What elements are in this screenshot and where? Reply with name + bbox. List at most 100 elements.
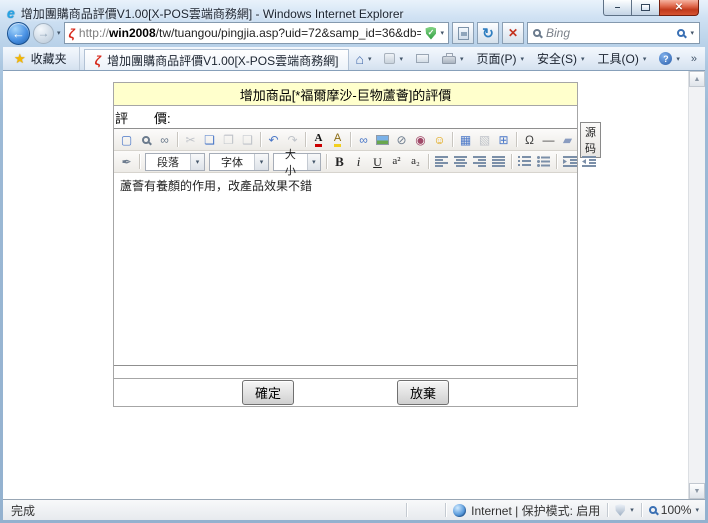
zoom-control[interactable]: 100% ▾	[649, 503, 701, 517]
print-button[interactable]: ▾	[437, 51, 469, 66]
insert-link-icon[interactable]: ∞	[354, 131, 373, 149]
editor-text-area[interactable]: 蘆薈有養顏的作用，改產品效果不錯	[114, 173, 577, 365]
ordered-list-button[interactable]	[515, 153, 534, 171]
privacy-control[interactable]: ▾	[615, 504, 634, 516]
align-justify-button[interactable]	[489, 153, 508, 171]
read-mail-button[interactable]	[411, 52, 434, 65]
outdent-button[interactable]	[579, 153, 598, 171]
split-cells-icon[interactable]: ⊞	[494, 131, 513, 149]
feeds-dropdown[interactable]: ▾	[399, 55, 403, 63]
paste-word-icon[interactable]: ❑	[238, 131, 257, 149]
page-menu-dropdown-icon: ▾	[520, 55, 524, 63]
indent-button[interactable]	[560, 153, 579, 171]
superscript-icon: a²	[392, 156, 400, 167]
feeds-button[interactable]: ▾	[379, 51, 408, 66]
search-box[interactable]: Bing ▾	[527, 22, 700, 44]
underline-button[interactable]: U	[368, 153, 387, 171]
recent-pages-dropdown[interactable]: ▾	[57, 29, 61, 37]
paste-icon[interactable]: ❐	[219, 131, 238, 149]
cut-icon[interactable]: ✂	[181, 131, 200, 149]
special-symbol-icon[interactable]: Ω	[520, 131, 539, 149]
font-color-icon[interactable]: A	[309, 131, 328, 149]
confirm-button[interactable]: 確定	[242, 380, 294, 405]
size-dropdown-label: 大小	[274, 146, 307, 178]
preview-icon[interactable]	[136, 131, 155, 149]
vertical-scrollbar[interactable]: ▲ ▼	[688, 71, 705, 499]
scroll-up-button[interactable]: ▲	[689, 71, 705, 87]
subscript-button[interactable]: a₂	[406, 153, 425, 171]
insert-image-icon[interactable]	[373, 131, 392, 149]
size-dropdown-arrow[interactable]: ▾	[307, 154, 320, 170]
window-controls: – ✕	[603, 0, 699, 16]
abandon-button[interactable]: 放棄	[397, 380, 449, 405]
highlight-color-icon[interactable]: A	[328, 131, 347, 149]
scroll-down-button[interactable]: ▼	[689, 483, 705, 499]
help-menu[interactable]: ?▾	[654, 50, 685, 67]
emoticon-icon[interactable]: ☺	[430, 131, 449, 149]
close-button[interactable]: ✕	[659, 0, 699, 16]
url-text: http://win2008/tw/tuangou/pingjia.asp?ui…	[79, 26, 422, 40]
zoom-level: 100%	[661, 503, 692, 517]
security-zone: Internet | 保护模式: 启用	[453, 502, 600, 519]
new-document-icon[interactable]: ▢	[117, 131, 136, 149]
horizontal-rule-icon[interactable]: —	[539, 131, 558, 149]
size-dropdown[interactable]: 大小▾	[273, 153, 321, 171]
zoom-icon	[649, 506, 657, 514]
align-right-button[interactable]	[470, 153, 489, 171]
url-path: /tw/tuangou/pingjia.asp?uid=72&samp_id=3…	[156, 26, 422, 40]
align-left-button[interactable]	[432, 153, 451, 171]
italic-button[interactable]: i	[349, 153, 368, 171]
subscript-icon: a₂	[411, 156, 420, 167]
print-dropdown[interactable]: ▾	[460, 55, 464, 63]
page-menu-label: 页面(P)	[476, 50, 516, 67]
separator	[607, 503, 608, 517]
insert-table-icon[interactable]: ▦	[456, 131, 475, 149]
insert-media-icon[interactable]: ◉	[411, 131, 430, 149]
favorites-star-icon: ★	[14, 51, 26, 67]
tools-menu[interactable]: 工具(O)▾	[593, 48, 652, 69]
insert-flash-icon[interactable]: ⊘	[392, 131, 411, 149]
compatibility-view-button[interactable]	[452, 22, 474, 44]
toolbar-overflow-chevron[interactable]: »	[688, 53, 700, 65]
safety-menu-dropdown-icon: ▾	[581, 55, 585, 63]
maximize-button[interactable]	[631, 0, 659, 16]
bold-button[interactable]: B	[330, 153, 349, 171]
table-properties-icon[interactable]: ▧	[475, 131, 494, 149]
page-menu[interactable]: 页面(P) ▾	[471, 48, 529, 69]
font-dropdown[interactable]: 字体▾	[209, 153, 269, 171]
align-center-icon	[454, 156, 467, 167]
favorites-button[interactable]: ★ 收藏夹	[5, 47, 80, 70]
close-icon: ✕	[675, 2, 683, 13]
command-menu-area: ⌂▾ ▾ ▾ 页面(P) ▾ 安全(S)▾ 工具(O)▾ ?▾ »	[350, 48, 703, 69]
paragraph-dropdown-arrow[interactable]: ▾	[190, 154, 204, 170]
home-dropdown[interactable]: ▾	[368, 55, 372, 63]
status-empty-segment	[414, 503, 438, 517]
home-button[interactable]: ⌂▾	[350, 49, 376, 69]
refresh-button[interactable]: ↻	[477, 22, 499, 44]
align-center-button[interactable]	[451, 153, 470, 171]
stop-button[interactable]: ✕	[502, 22, 524, 44]
minimize-button[interactable]: –	[603, 0, 631, 16]
forward-icon: →	[38, 26, 50, 40]
superscript-button[interactable]: a²	[387, 153, 406, 171]
safety-menu[interactable]: 安全(S)▾	[532, 48, 590, 69]
format-brush-icon[interactable]: ✒	[117, 153, 136, 171]
forward-button[interactable]: →	[33, 23, 54, 44]
search-go-icon[interactable]	[677, 29, 685, 37]
safety-shield-icon[interactable]: ✓	[425, 27, 436, 40]
url-domain: win2008	[109, 26, 156, 40]
align-justify-icon	[492, 156, 505, 167]
copy-icon[interactable]: ❏	[200, 131, 219, 149]
search-options-dropdown[interactable]: ▾	[690, 29, 694, 37]
address-dropdown[interactable]: ▾	[440, 29, 444, 37]
tab-current[interactable]: ζ 增加團購商品評價V1.00[X-POS雲端商務網]	[84, 49, 350, 70]
unordered-list-icon	[537, 156, 550, 167]
back-button[interactable]: ←	[7, 22, 30, 45]
unordered-list-button[interactable]	[534, 153, 553, 171]
eraser-icon[interactable]: ▰	[558, 131, 577, 149]
separator	[452, 132, 453, 147]
paragraph-dropdown[interactable]: 段落▾	[145, 153, 205, 171]
font-dropdown-arrow[interactable]: ▾	[254, 154, 268, 170]
find-icon[interactable]: ∞	[155, 131, 174, 149]
address-bar[interactable]: ζ http://win2008/tw/tuangou/pingjia.asp?…	[64, 22, 449, 44]
